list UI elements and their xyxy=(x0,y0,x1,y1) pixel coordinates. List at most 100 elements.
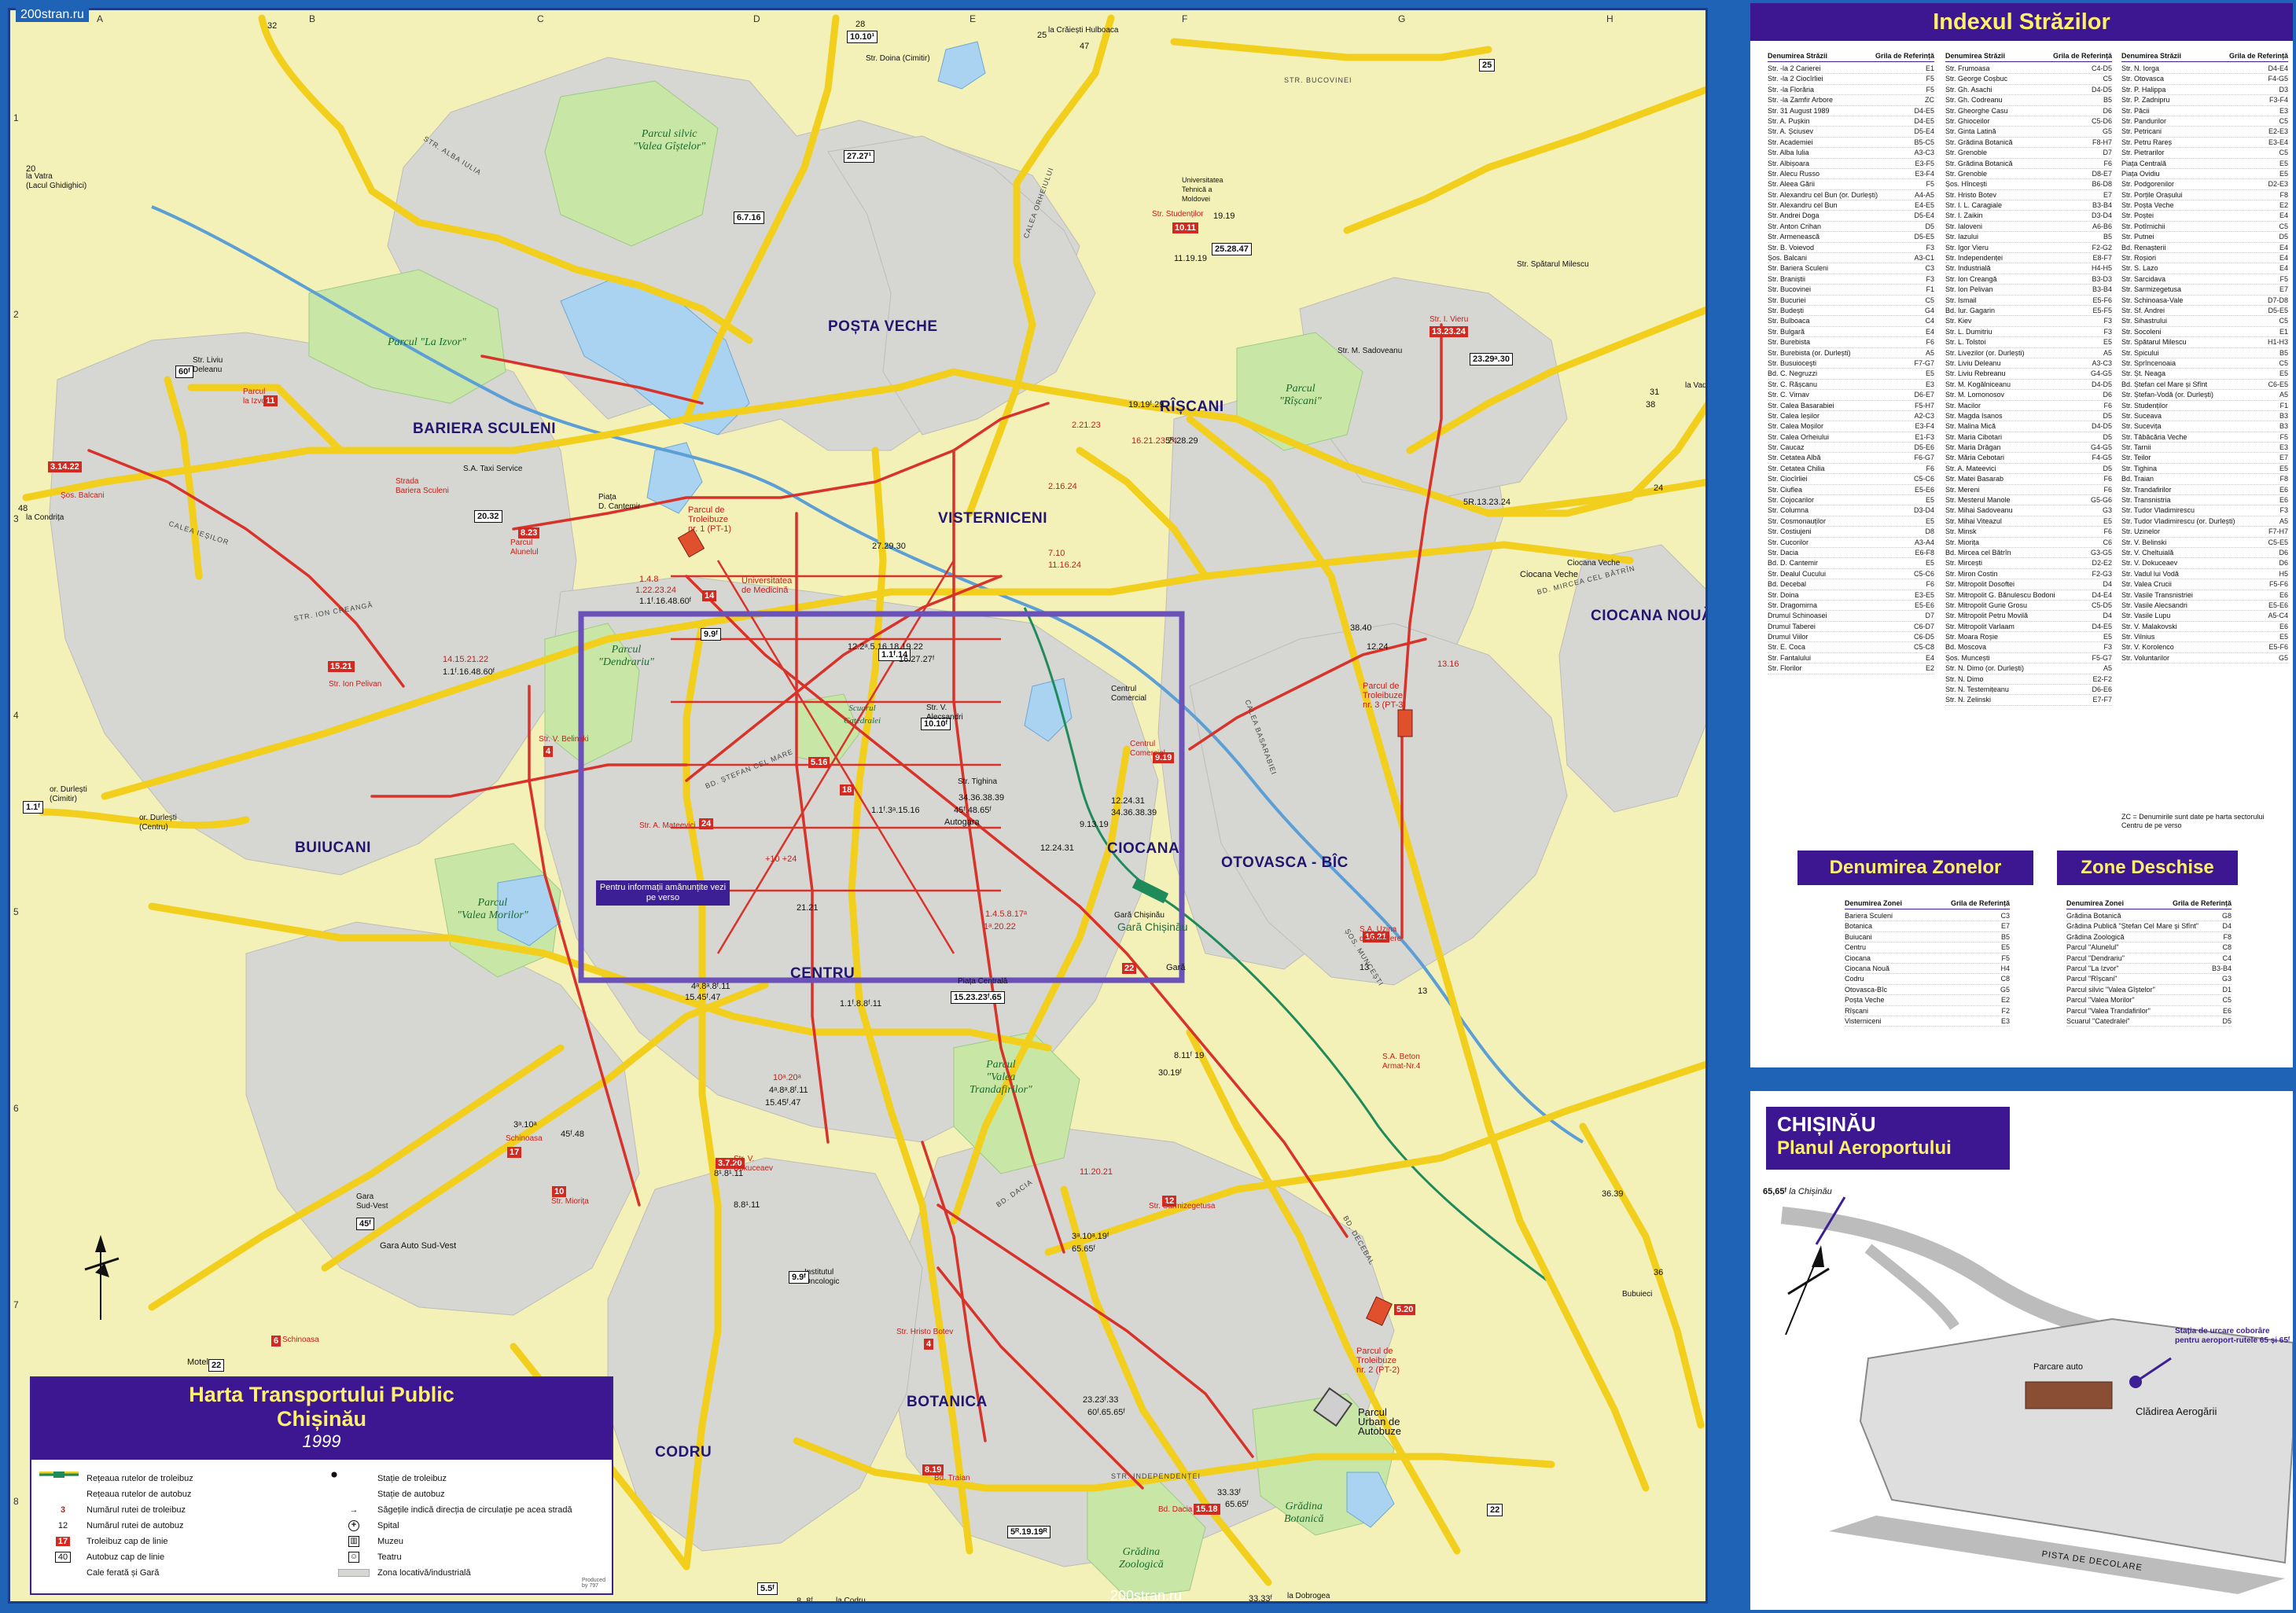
street-index-row[interactable]: Str. Valea Crucii F5-F6 xyxy=(2121,579,2288,590)
street-index-row[interactable]: Str. Sprîncenoaia C5 xyxy=(2121,358,2288,369)
street-index-row[interactable]: Str. Kiev F3 xyxy=(1945,316,2112,327)
street-index-row[interactable]: Str. P. Zadnipru F3-F4 xyxy=(2121,95,2288,106)
street-index-row[interactable]: Str. Academiei B5-C5 xyxy=(1768,138,1934,149)
street-index-row[interactable]: Str. Ginta Latină G5 xyxy=(1945,127,2112,138)
street-index-row[interactable]: Str. Transnistria E6 xyxy=(2121,495,2288,506)
open-zone-row[interactable]: Parcul "Rîșcani" G3 xyxy=(2066,974,2232,985)
street-index-row[interactable]: Str. I. L. Caragiale B3-B4 xyxy=(1945,200,2112,211)
street-index-row[interactable]: Str. Mircești D2-E2 xyxy=(1945,558,2112,569)
stop-60[interactable]: 60ᶠ xyxy=(175,366,193,378)
street-index-row[interactable]: Str. Igor Vieru F2-G2 xyxy=(1945,243,2112,254)
poi-parcul-troleibuze-2[interactable]: Parcul de Troleibuze nr. 2 (PT-2) xyxy=(1356,1347,1400,1375)
street-index-row[interactable]: Str. Ialoveni A6-B6 xyxy=(1945,222,2112,233)
terminal-10[interactable]: 10 xyxy=(552,1186,567,1197)
open-zone-row[interactable]: Parcul "Dendrariu" C4 xyxy=(2066,953,2232,964)
street-index-row[interactable]: Str. Vasile Transnistriei E6 xyxy=(2121,590,2288,601)
street-index-row[interactable]: Bd. Mircea cel Bătrîn G3-G5 xyxy=(1945,548,2112,559)
stop-15-23[interactable]: 15.23.23ᶠ.65 xyxy=(951,991,1005,1004)
stop-20-32[interactable]: 20.32 xyxy=(474,510,502,523)
street-index-row[interactable]: Str. Vilnius E5 xyxy=(2121,632,2288,643)
stop-5r-19[interactable]: 5ᴿ.19.19ᴿ xyxy=(1007,1526,1050,1538)
street-index-row[interactable]: Str. Pandurilor C5 xyxy=(2121,116,2288,127)
street-index-row[interactable]: Str. Burebista F6 xyxy=(1768,337,1934,348)
street-index-row[interactable]: Str. Maria Drăgan G4-G5 xyxy=(1945,443,2112,454)
poi-piata-centrala[interactable]: Piața Centrală xyxy=(958,977,1007,987)
street-index-row[interactable]: Str. Petru Rareș E3-E4 xyxy=(2121,138,2288,149)
street-index-row[interactable]: Str. Caucaz D5-E6 xyxy=(1768,443,1934,454)
street-index-row[interactable]: Bd. Moscova F3 xyxy=(1945,642,2112,653)
street-index-row[interactable]: Str. Mereni F6 xyxy=(1945,485,2112,496)
stop-25[interactable]: 25 xyxy=(1479,59,1496,72)
street-index-row[interactable]: Str. Sucevița B3 xyxy=(2121,421,2288,432)
street-index-row[interactable]: Str. Malina Mică D4-D5 xyxy=(1945,421,2112,432)
street-index-row[interactable]: Str. Bulboaca C4 xyxy=(1768,316,1934,327)
street-index-row[interactable]: Str. Grenoble D8-E7 xyxy=(1945,169,2112,180)
zone-row[interactable]: Centru E5 xyxy=(1845,942,2010,953)
poi-ciocana-veche[interactable]: Ciocana Veche xyxy=(1520,570,1578,579)
street-index-row[interactable]: Drumul Schinoasei D7 xyxy=(1768,611,1934,622)
street-index-row[interactable]: Str. Tarnii E3 xyxy=(2121,443,2288,454)
street-index-row[interactable]: Str. Poștei E4 xyxy=(2121,211,2288,222)
street-index-row[interactable]: Str. Cetatea Chilia F6 xyxy=(1768,464,1934,475)
street-index-row[interactable]: Str. Suceava B3 xyxy=(2121,411,2288,422)
street-index-row[interactable]: Str. Dealul Cucului C5-C6 xyxy=(1768,569,1934,580)
street-index-row[interactable]: Str. I. Zaikin D3-D4 xyxy=(1945,211,2112,222)
street-index-row[interactable]: Str. -la Zamfir Arbore ZC xyxy=(1768,95,1934,106)
street-index-row[interactable]: Str. Busuioceşti F7-G7 xyxy=(1768,358,1934,369)
street-index-row[interactable]: Șos. Balcani A3-C1 xyxy=(1768,253,1934,264)
street-index-row[interactable]: Str. Otovasca F4-G5 xyxy=(2121,74,2288,85)
street-index-row[interactable]: Str. Liviu Rebreanu G4-G5 xyxy=(1945,369,2112,380)
street-index-row[interactable]: Str. Socoleni E1 xyxy=(2121,327,2288,338)
terminal-4[interactable]: 4 xyxy=(924,1339,934,1350)
street-index-row[interactable]: Str. Alecu Russo E3-F4 xyxy=(1768,169,1934,180)
street-index-row[interactable]: Str. C. Virnav D6-E7 xyxy=(1768,390,1934,401)
street-index-row[interactable]: Bd. D. Cantemir E5 xyxy=(1768,558,1934,569)
main-map[interactable]: A B C D E F G H 1 2 3 4 5 6 7 8 POȘTA VE… xyxy=(8,8,1708,1604)
street-index-row[interactable]: Str. Bucuriei C5 xyxy=(1768,296,1934,306)
terminal-17[interactable]: 17 xyxy=(507,1147,522,1158)
street-index-row[interactable]: Str. Armenească D5-E5 xyxy=(1768,232,1934,243)
terminal-22[interactable]: 22 xyxy=(1122,963,1137,974)
zone-row[interactable]: Poșta Veche E2 xyxy=(1845,995,2010,1006)
street-index-row[interactable]: Str. A. Șciusev D5-E4 xyxy=(1768,127,1934,138)
zone-row[interactable]: Botanica E7 xyxy=(1845,921,2010,932)
poi-parcul-troleibuze-3[interactable]: Parcul de Troleibuze nr. 3 (PT-3) xyxy=(1363,682,1406,710)
street-index-row[interactable]: Str. N. Testemițeanu D6-E6 xyxy=(1945,685,2112,696)
street-index-row[interactable]: Str. Cojocarilor E5 xyxy=(1768,495,1934,506)
street-index-row[interactable]: Str. Cucorilor A3-A4 xyxy=(1768,538,1934,548)
stop-27-27[interactable]: 27.27¹ xyxy=(844,150,875,163)
street-index-row[interactable]: Str. Matei Basarab F6 xyxy=(1945,474,2112,485)
street-index-row[interactable]: Str. N. Dimo E2-F2 xyxy=(1945,674,2112,685)
terminal-6[interactable]: 6 xyxy=(271,1336,281,1347)
street-index-row[interactable]: Str. Tudor Vladimirescu (or. Durlești) A5 xyxy=(2121,516,2288,527)
street-index-row[interactable]: Str. Sarmizegetusa E7 xyxy=(2121,285,2288,296)
street-index-row[interactable]: Str. Vasile Alecsandri E5-E6 xyxy=(2121,601,2288,612)
street-index-row[interactable]: Str. Fantalului E4 xyxy=(1768,653,1934,664)
street-index-row[interactable]: Str. C. Rășcanu E3 xyxy=(1768,380,1934,391)
street-index-row[interactable]: Str. Albișoara E3-F5 xyxy=(1768,159,1934,169)
open-zone-row[interactable]: Parcul "Alunelul" C8 xyxy=(2066,942,2232,953)
street-index-row[interactable]: Bd. Decebal F6 xyxy=(1768,579,1934,590)
street-index-row[interactable]: Str. Calea Basarabiei F5-H7 xyxy=(1768,401,1934,411)
street-index-row[interactable]: Str. Cosmonauților E5 xyxy=(1768,516,1934,527)
street-index-row[interactable]: Str. Grădina Botanică F6 xyxy=(1945,159,2112,169)
stop-9-9b[interactable]: 9.9ᶠ xyxy=(701,628,721,641)
street-index-row[interactable]: Str. 31 August 1989 D4-E5 xyxy=(1768,106,1934,116)
terminal-4-bel[interactable]: 4 xyxy=(543,746,554,757)
street-index-row[interactable]: Bd. C. Negruzzi E5 xyxy=(1768,369,1934,380)
street-index-row[interactable]: Str. V. Belinski C5-E5 xyxy=(2121,538,2288,548)
street-index-row[interactable]: Str. Gheorghe Casu D6 xyxy=(1945,106,2112,116)
street-index-row[interactable]: Str. Păcii E3 xyxy=(2121,106,2288,116)
street-index-row[interactable]: Șos. Hîncești B6-D8 xyxy=(1945,179,2112,190)
street-index-row[interactable]: Str. -la 2 Carierei E1 xyxy=(1768,64,1934,75)
street-index-row[interactable]: Str. Alba Iulia A3-C3 xyxy=(1768,148,1934,159)
poi-gara[interactable]: Gară xyxy=(1166,963,1185,972)
terminal-15-21[interactable]: 15.21 xyxy=(328,661,355,672)
stop-23-29[interactable]: 23.29ᵃ.30 xyxy=(1470,353,1513,366)
center-info-box[interactable]: Pentru informații amănunțite vezi pe ver… xyxy=(596,880,730,906)
street-index-row[interactable]: Str. Costiujeni D8 xyxy=(1768,527,1934,538)
street-index-row[interactable]: Str. Mihai Sadoveanu G3 xyxy=(1945,505,2112,516)
terminal-14[interactable]: 14 xyxy=(702,590,717,601)
street-index-row[interactable]: Str. Poșta Veche E2 xyxy=(2121,200,2288,211)
street-index-row[interactable]: Str. V. Dokuceaev D6 xyxy=(2121,558,2288,569)
